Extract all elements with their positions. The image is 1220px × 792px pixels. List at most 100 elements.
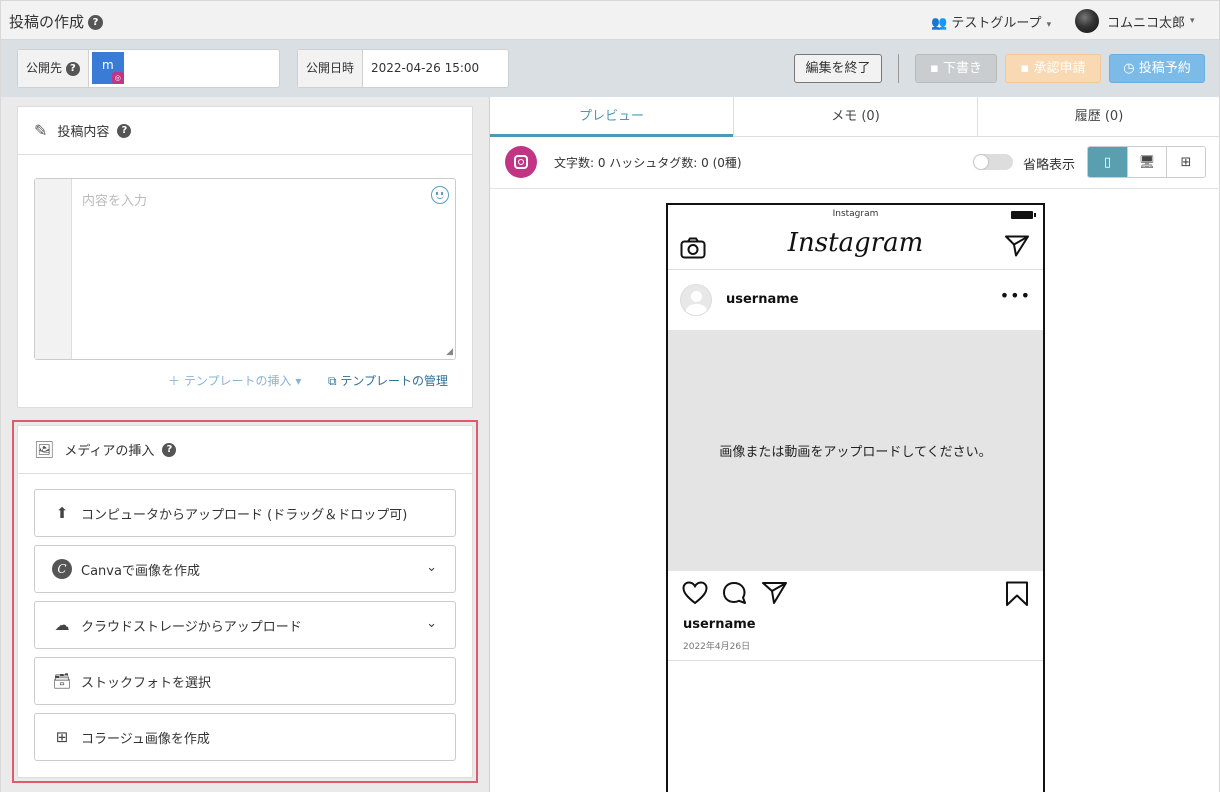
save-icon: ▪ — [930, 61, 939, 76]
desktop-view-button[interactable]: 🖥 — [1127, 147, 1166, 177]
content-placeholder[interactable]: 内容を入力 — [82, 190, 147, 209]
grid-icon: ⊞ — [1180, 154, 1192, 170]
editor-gutter — [35, 179, 72, 359]
group-selector[interactable]: 👥 テストグループ ▾ — [931, 12, 1051, 31]
approval-icon: ▪ — [1020, 61, 1030, 76]
view-mode-group: ▯ 🖥 ⊞ — [1087, 146, 1206, 178]
chevron-down-icon: ⌄ — [426, 560, 437, 575]
post-username: username — [726, 292, 799, 307]
title-bar: 投稿の作成? 👥 テストグループ ▾ コムニコ太郎 ▾ — [0, 0, 1220, 40]
page-title-text: 投稿の作成 — [9, 13, 85, 31]
media-panel-title: メディアの挿入 — [64, 444, 155, 459]
upload-icon: ⬆ — [55, 504, 69, 522]
stock-photo-icon: 🗃 — [52, 672, 72, 690]
media-placeholder-text: 画像または動画をアップロードしてください。 — [719, 445, 992, 460]
collage-label: コラージュ画像を作成 — [81, 731, 210, 747]
abbreviate-toggle[interactable] — [973, 154, 1013, 170]
post-date: 2022年4月26日 — [683, 642, 751, 652]
user-menu[interactable]: コムニコ太郎 ▾ — [1075, 9, 1195, 33]
canva-button[interactable]: C Canvaで画像を作成 ⌄ — [34, 545, 456, 593]
instagram-icon[interactable] — [505, 146, 537, 178]
cloud-upload-icon: ☁ — [54, 616, 70, 634]
user-name: コムニコ太郎 — [1107, 15, 1186, 31]
template-manage-label: テンプレートの管理 — [340, 374, 449, 388]
content-panel-title: 投稿内容 — [57, 125, 110, 140]
page-title: 投稿の作成? — [9, 11, 104, 32]
approval-button[interactable]: ▪ 承認申請 — [1005, 54, 1101, 83]
publish-date-value[interactable]: 2022-04-26 15:00 — [363, 50, 487, 87]
preview-info-bar: 文字数: 0 ハッシュタグ数: 0 (0種) 省略表示 ▯ 🖥 ⊞ — [490, 137, 1220, 189]
help-icon[interactable]: ? — [162, 442, 177, 457]
canva-label: Canvaで画像を作成 — [81, 563, 200, 579]
emoji-icon[interactable] — [431, 186, 449, 204]
cloud-upload-label: クラウドストレージからアップロード — [81, 619, 302, 635]
schedule-button[interactable]: ◷ 投稿予約 — [1109, 54, 1205, 83]
content-panel-header: ✎ 投稿内容 ? — [18, 107, 472, 155]
post-actions — [668, 571, 1043, 611]
template-insert-link[interactable]: ＋ テンプレートの挿入 ▾ — [168, 372, 301, 389]
publish-to-field[interactable]: 公開先 ? m ◎ — [17, 49, 280, 88]
publish-date-field[interactable]: 公開日時 2022-04-26 15:00 — [297, 49, 509, 88]
clock-icon: ◷ — [1123, 61, 1135, 76]
canva-icon: C — [51, 558, 73, 580]
end-edit-button[interactable]: 編集を終了 — [794, 54, 882, 83]
template-insert-label: テンプレートの挿入 — [183, 374, 292, 388]
tab-memo[interactable]: メモ (0) — [733, 97, 977, 137]
account-badge[interactable]: m ◎ — [91, 52, 124, 84]
external-link-icon: ⧉ — [328, 374, 337, 388]
upload-computer-button[interactable]: ⬆ コンピュータからアップロード (ドラッグ＆ドロップ可) — [34, 489, 456, 537]
phone-status-text: Instagram — [832, 209, 879, 219]
group-icon: 👥 — [931, 16, 948, 31]
preview-tabs: プレビュー メモ (0) 履歴 (0) — [490, 97, 1220, 137]
group-name: テストグループ — [951, 16, 1042, 31]
draft-label: 下書き — [942, 61, 982, 76]
abbreviate-label: 省略表示 — [1023, 158, 1076, 173]
media-placeholder: 画像または動画をアップロードしてください。 — [668, 330, 1043, 571]
left-column: ✎ 投稿内容 ? 内容を入力 ◢ ＋ テンプレートの挿入 ▾ ⧉ テンプレートの… — [0, 97, 489, 792]
avatar — [680, 284, 712, 316]
publish-date-label: 公開日時 — [298, 50, 364, 87]
more-icon: ••• — [999, 286, 1031, 305]
resize-handle-icon[interactable]: ◢ — [446, 347, 453, 357]
stock-photo-label: ストックフォトを選択 — [81, 675, 212, 691]
pencil-icon: ✎ — [34, 121, 48, 140]
footer-divider — [668, 660, 1043, 661]
content-editor[interactable]: 内容を入力 ◢ — [34, 178, 456, 360]
template-manage-link[interactable]: ⧉ テンプレートの管理 — [328, 372, 448, 389]
stock-photo-button[interactable]: 🗃 ストックフォトを選択 — [34, 657, 456, 705]
media-panel: 🖼 メディアの挿入 ? ⬆ コンピュータからアップロード (ドラッグ＆ドロップ可… — [17, 425, 473, 778]
content-panel: ✎ 投稿内容 ? 内容を入力 ◢ ＋ テンプレートの挿入 ▾ ⧉ テンプレートの… — [17, 106, 473, 408]
tab-preview[interactable]: プレビュー — [490, 97, 733, 137]
send-icon — [1005, 235, 1029, 257]
toolbar: 公開先 ? m ◎ 公開日時 2022-04-26 15:00 編集を終了 ▪ … — [0, 40, 1220, 97]
media-panel-header: 🖼 メディアの挿入 ? — [18, 426, 472, 474]
chevron-down-icon: ▾ — [1190, 16, 1195, 26]
grid-view-button[interactable]: ⊞ — [1166, 147, 1205, 177]
comment-icon — [723, 582, 746, 604]
post-header: username ••• — [668, 270, 1043, 330]
desktop-icon: 🖥 — [1138, 154, 1156, 170]
publish-to-label: 公開先 ? — [18, 50, 89, 87]
mobile-icon: ▯ — [1103, 154, 1112, 170]
help-icon[interactable]: ? — [65, 61, 80, 76]
schedule-label: 投稿予約 — [1138, 61, 1191, 76]
phone-preview: Instagram Instagram username ••• 画像または動画… — [666, 203, 1045, 792]
collage-button[interactable]: ⊞ コラージュ画像を作成 — [34, 713, 456, 761]
instagram-logo: Instagram — [787, 228, 924, 258]
chevron-down-icon: ▾ — [295, 374, 302, 388]
battery-icon — [1011, 211, 1036, 219]
help-icon[interactable]: ? — [117, 123, 132, 138]
image-icon: 🖼 — [34, 440, 55, 459]
draft-button[interactable]: ▪ 下書き — [915, 54, 997, 83]
chevron-down-icon: ⌄ — [426, 616, 437, 631]
send-icon — [762, 582, 787, 604]
mobile-view-button[interactable]: ▯ — [1088, 147, 1127, 177]
toolbar-divider — [898, 54, 899, 83]
cloud-upload-button[interactable]: ☁ クラウドストレージからアップロード ⌄ — [34, 601, 456, 649]
upload-computer-label: コンピュータからアップロード (ドラッグ＆ドロップ可) — [81, 507, 408, 523]
account-badge-letter: m — [101, 58, 114, 72]
tab-history[interactable]: 履歴 (0) — [977, 97, 1220, 137]
help-icon[interactable]: ? — [88, 15, 104, 30]
heart-icon — [682, 581, 708, 605]
avatar — [1075, 9, 1099, 33]
